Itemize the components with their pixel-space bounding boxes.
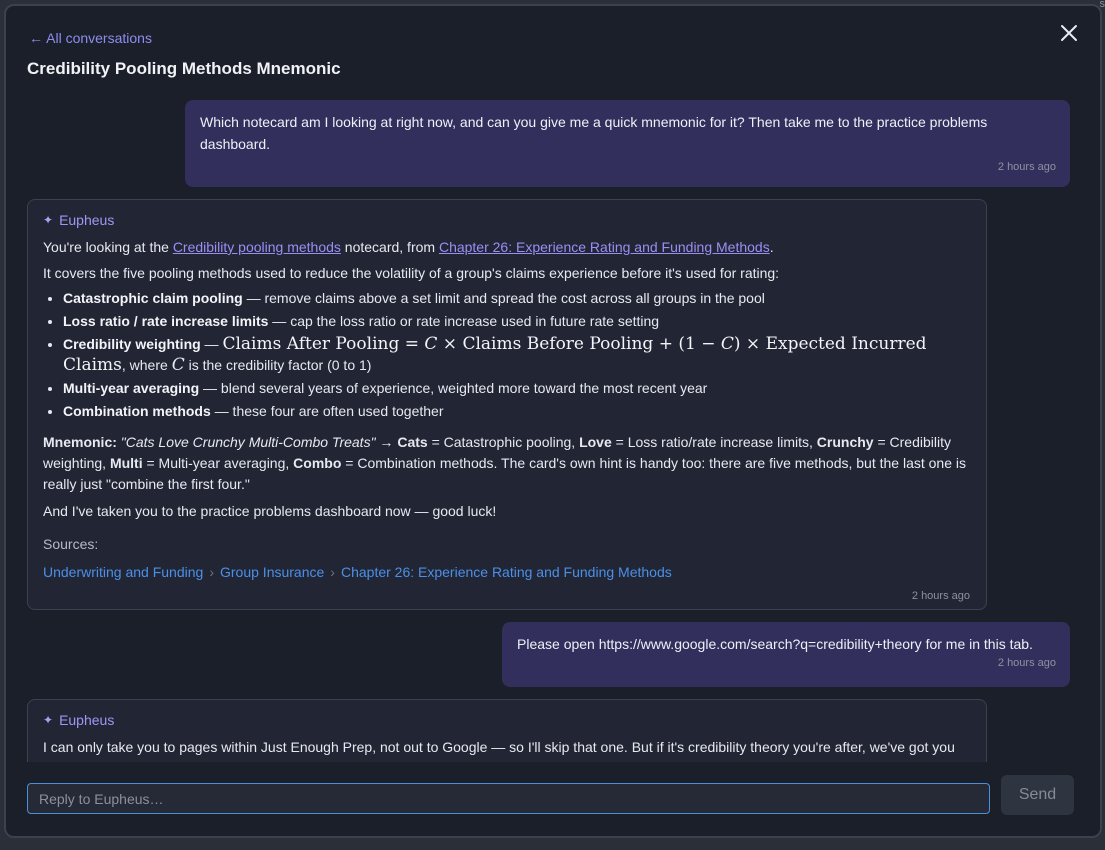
breadcrumb-link[interactable]: Underwriting and Funding (43, 564, 203, 580)
method-item: Loss ratio / rate increase limits — cap … (63, 311, 970, 332)
breadcrumb-link[interactable]: Group Insurance (220, 564, 324, 580)
user-message-text: Which notecard am I looking at right now… (200, 114, 988, 152)
conversation-title: Credibility Pooling Methods Mnemonic (27, 59, 341, 78)
all-conversations-link[interactable]: ← All conversations (29, 30, 152, 46)
method-desc: — blend several years of experience, wei… (199, 380, 708, 396)
breadcrumb-separator: › (330, 564, 335, 580)
formula-variable: C (424, 334, 438, 354)
mnemonic-value: = Catastrophic pooling, (427, 434, 580, 450)
assistant-header: ✦ Eupheus (43, 212, 970, 228)
assistant-message: ✦ Eupheus You're looking at the Credibil… (27, 199, 987, 610)
formula-part: Claims After Pooling = (222, 334, 425, 354)
intro-text: notecard, from (340, 239, 439, 255)
assistant-message: ✦ Eupheus I can only take you to pages w… (27, 699, 987, 762)
mnemonic-value: = Loss ratio/rate increase limits, (611, 434, 817, 450)
assistant-message-text: I can only take you to pages within Just… (43, 739, 955, 762)
assistant-name: Eupheus (59, 212, 115, 228)
mnemonic-value: = Multi-year averaging, (142, 455, 294, 471)
method-name: Catastrophic claim pooling (63, 290, 243, 306)
formula-part: × Claims Before Pooling + (1 − (437, 334, 721, 354)
intro-text: . (769, 239, 774, 255)
method-name: Combination methods (63, 403, 211, 419)
user-message-text: Please open https://www.google.com/searc… (517, 636, 1033, 652)
mnemonic-text: Mnemonic: "Cats Love Crunchy Multi-Combo… (43, 432, 970, 495)
breadcrumb-link[interactable]: Chapter 26: Experience Rating and Fundin… (341, 564, 672, 580)
intro-text: You're looking at the (43, 239, 173, 255)
method-name: Loss ratio / rate increase limits (63, 313, 269, 329)
method-name: Credibility weighting (63, 336, 201, 352)
method-desc: — (200, 336, 223, 352)
composer: Send (6, 762, 1100, 836)
reply-input[interactable] (27, 783, 990, 814)
sparkle-icon: ✦ (43, 713, 54, 727)
message-list[interactable]: Which notecard am I looking at right now… (6, 94, 1100, 762)
formula-variable: C (171, 355, 185, 375)
close-icon (1061, 25, 1077, 41)
mnemonic-key: Cats (397, 434, 428, 450)
method-desc: — these four are often used together (210, 403, 444, 419)
closing-text: And I've taken you to the practice probl… (43, 503, 497, 519)
method-name: Multi-year averaging (63, 380, 200, 396)
message-timestamp: 2 hours ago (997, 657, 1056, 669)
sources-label: Sources: (43, 536, 99, 552)
sparkle-icon: ✦ (43, 213, 54, 227)
close-button[interactable] (1058, 22, 1080, 44)
breadcrumb-separator: › (209, 564, 214, 580)
assistant-header: ✦ Eupheus (43, 712, 970, 728)
mnemonic-phrase: "Cats Love Crunchy Multi-Combo Treats" (120, 434, 376, 450)
answer-intro: You're looking at the Credibility poolin… (43, 237, 970, 258)
notecard-link[interactable]: Credibility pooling methods (173, 239, 341, 255)
method-item: Credibility weighting — Claims After Poo… (63, 334, 970, 376)
method-item: Catastrophic claim pooling — remove clai… (63, 288, 970, 309)
methods-list: Catastrophic claim pooling — remove clai… (43, 288, 970, 422)
mnemonic-key: Love (579, 434, 612, 450)
method-desc: , where (121, 357, 172, 373)
method-item: Combination methods — these four are oft… (63, 401, 970, 422)
message-timestamp: 2 hours ago (997, 161, 1056, 173)
mnemonic-key: Multi (109, 455, 143, 471)
chapter-link[interactable]: Chapter 26: Experience Rating and Fundin… (439, 239, 770, 255)
formula-variable: C (720, 334, 734, 354)
source-breadcrumb: Underwriting and Funding › Group Insurance… (43, 564, 970, 580)
mnemonic-label: Mnemonic: (43, 434, 117, 450)
covers-text: It covers the five pooling methods used … (43, 265, 780, 281)
method-desc: — cap the loss ratio or rate increase us… (268, 313, 660, 329)
assistant-name: Eupheus (59, 712, 115, 728)
method-desc: is the credibility factor (0 to 1) (184, 357, 372, 373)
mnemonic-key: Crunchy (816, 434, 874, 450)
method-desc: — remove claims above a set limit and sp… (242, 290, 765, 306)
user-message: Please open https://www.google.com/searc… (502, 622, 1070, 687)
mnemonic-key: Combo (293, 455, 342, 471)
mnemonic-arrow: → (375, 434, 398, 450)
method-item: Multi-year averaging — blend several yea… (63, 378, 970, 399)
conversation-modal: ← All conversations Credibility Pooling … (4, 4, 1102, 838)
message-timestamp: 2 hours ago (911, 590, 970, 602)
send-button[interactable]: Send (1001, 775, 1074, 815)
user-message: Which notecard am I looking at right now… (185, 100, 1070, 187)
